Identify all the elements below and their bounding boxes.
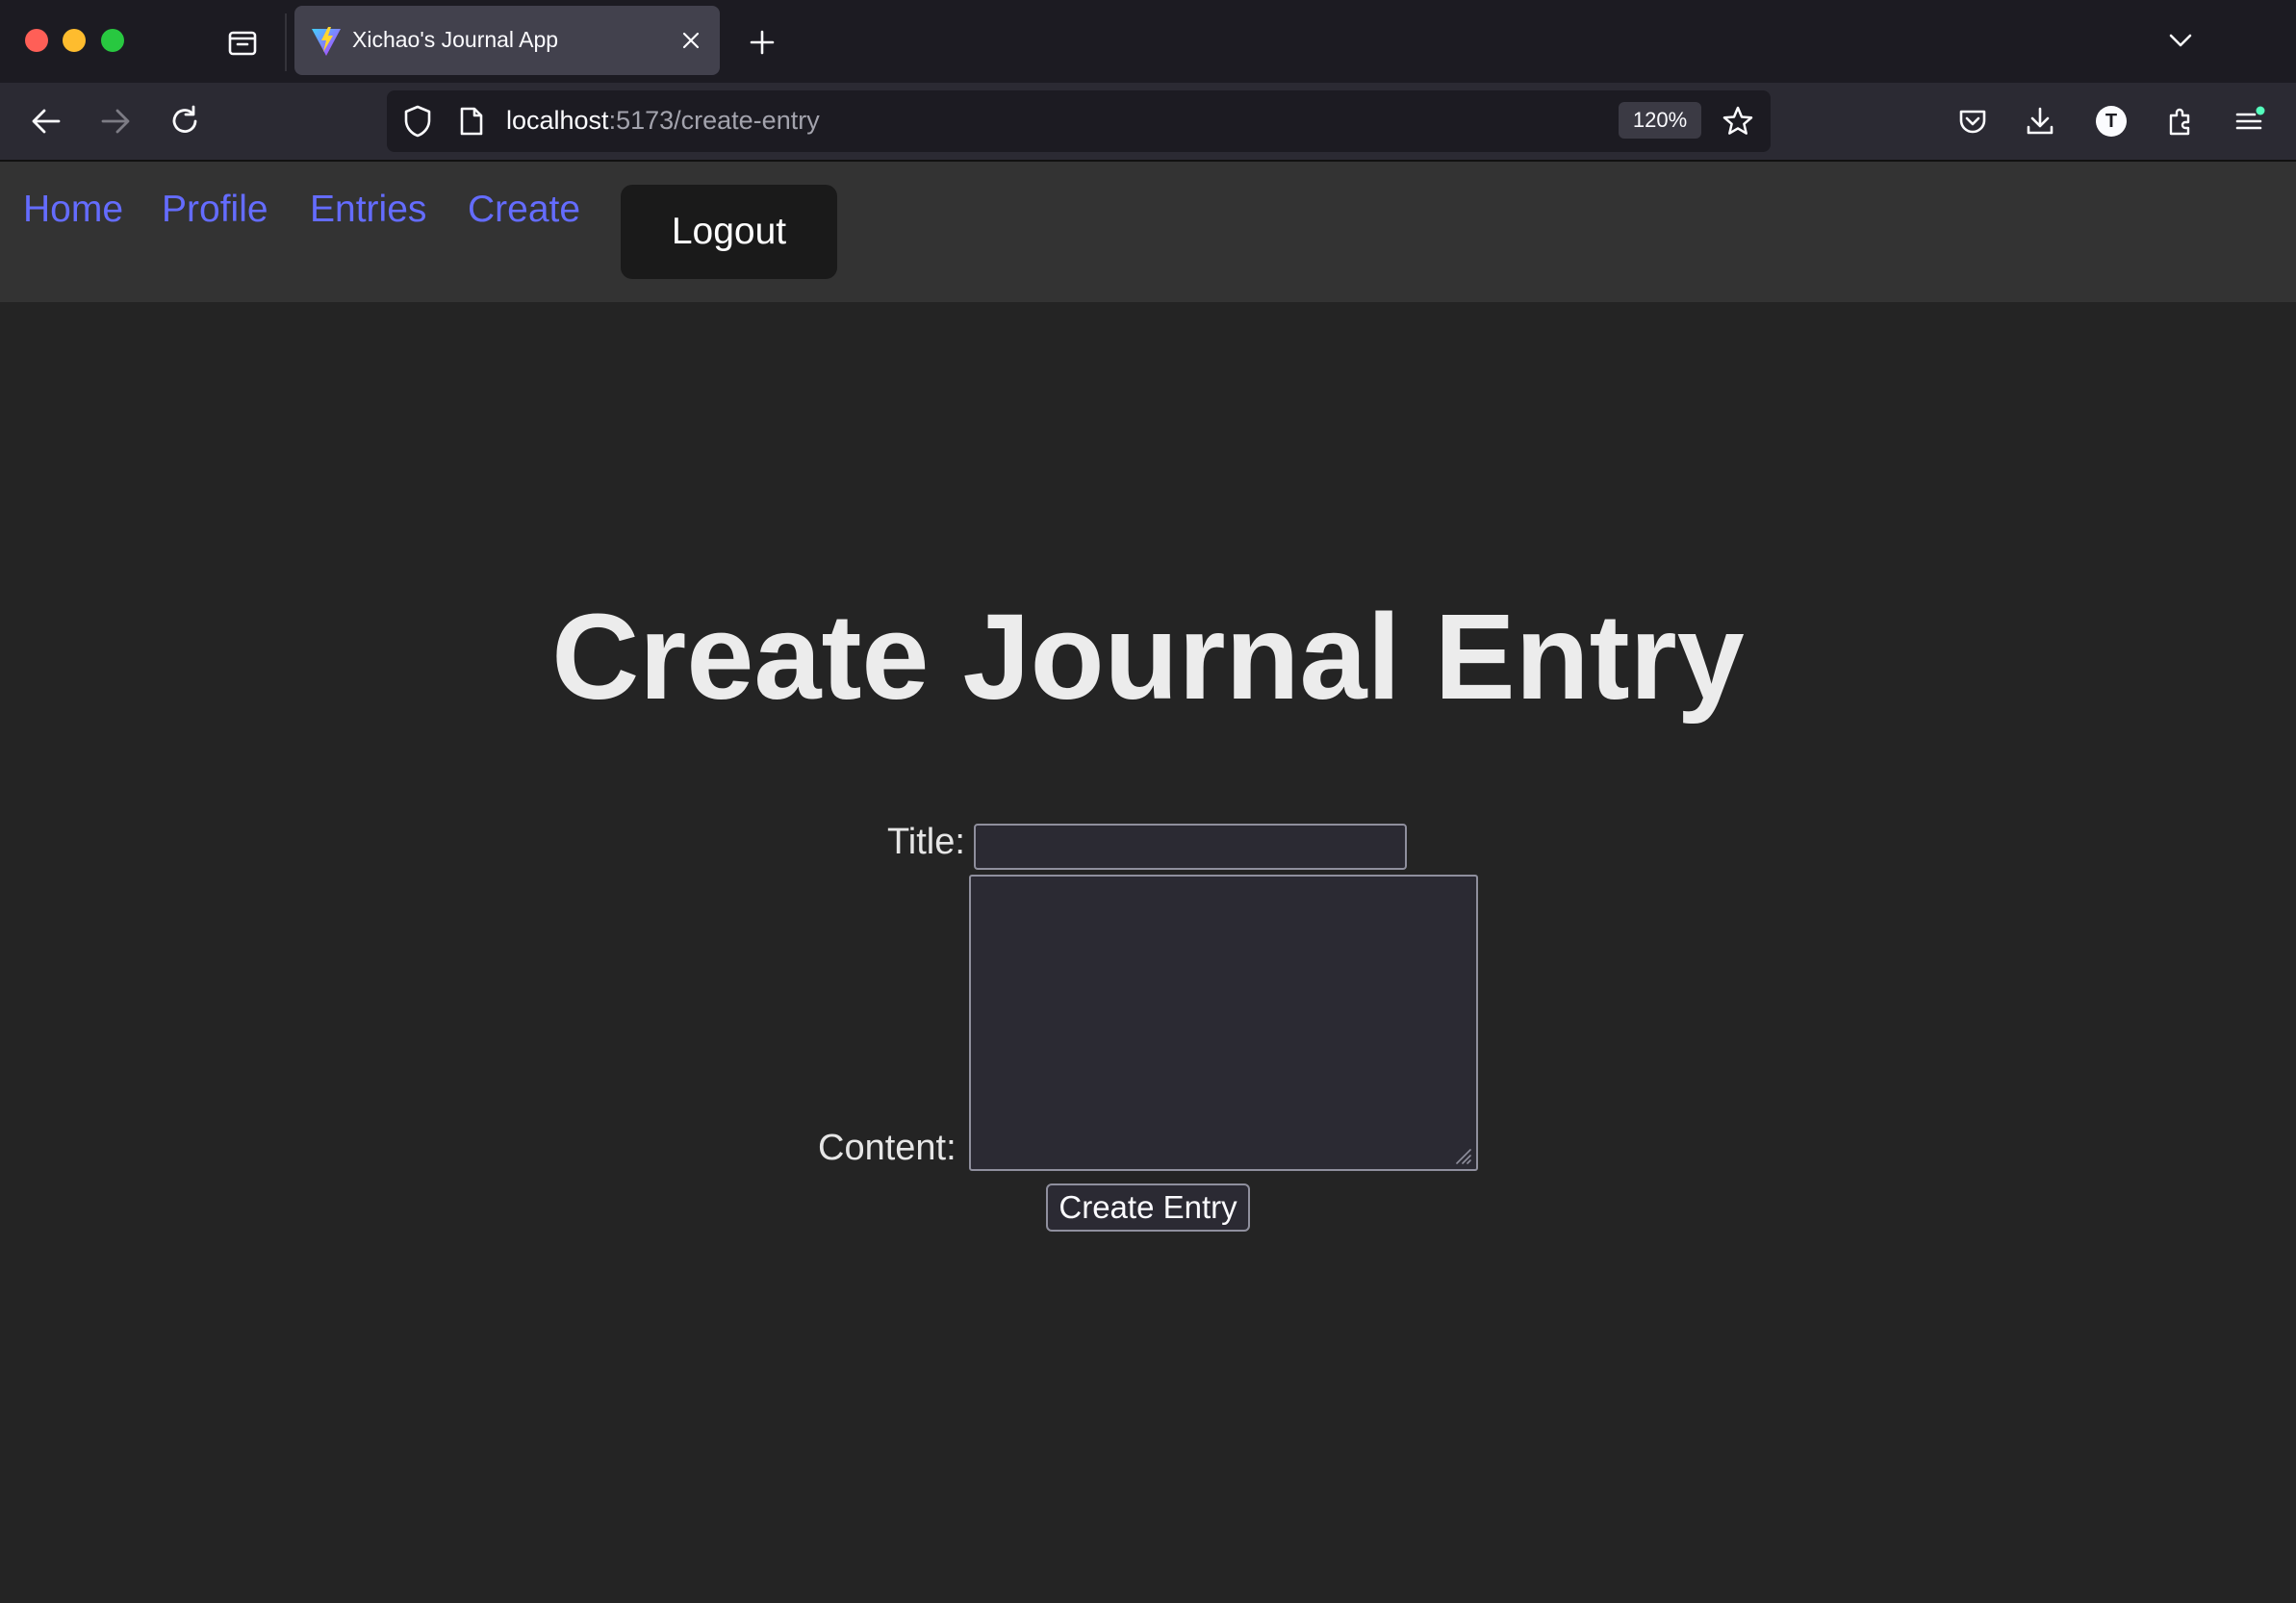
tracking-protection-shield-icon[interactable] [400,104,435,139]
url-text[interactable]: localhost:5173/create-entry [506,106,820,136]
tab-separator [285,13,287,71]
web-page: Home Profile Entries Create Logout Creat… [0,162,2296,1601]
account-initial: T [2096,106,2127,137]
content-label: Content: [818,1128,957,1168]
page-title: Create Journal Entry [551,589,1745,725]
title-input[interactable] [974,824,1407,870]
site-header-nav: Home Profile Entries Create Logout [0,162,2296,302]
close-tab-icon[interactable] [674,23,708,58]
resize-grip-icon[interactable] [1451,1144,1472,1165]
vite-favicon-icon [310,25,343,58]
logout-button[interactable]: Logout [621,185,837,279]
app-menu-hamburger-icon[interactable] [2227,98,2273,144]
nav-link-home[interactable]: Home [23,189,123,231]
extensions-puzzle-icon[interactable] [2157,98,2204,144]
zoom-window-button[interactable] [101,29,124,52]
address-bar[interactable]: localhost:5173/create-entry 120% [387,90,1771,152]
list-all-tabs-chevron-icon[interactable] [2161,21,2200,60]
url-host: localhost [506,106,609,135]
tab-title: Xichao's Journal App [352,27,559,52]
active-tab[interactable]: Xichao's Journal App [294,6,720,75]
nav-link-create[interactable]: Create [468,189,580,231]
browser-window: Xichao's Journal App localhost:5173/crea… [0,0,2296,1603]
navigation-toolbar: localhost:5173/create-entry 120% T [0,83,2296,162]
page-info-icon[interactable] [454,104,489,139]
downloads-icon[interactable] [2017,98,2063,144]
create-entry-button[interactable]: Create Entry [1046,1183,1250,1232]
forward-arrow-icon[interactable] [92,98,139,144]
back-arrow-icon[interactable] [23,98,69,144]
bookmark-star-icon[interactable] [1719,102,1757,140]
close-window-button[interactable] [25,29,48,52]
content-textarea[interactable] [969,875,1478,1171]
nav-link-profile[interactable]: Profile [162,189,268,231]
nav-link-entries[interactable]: Entries [310,189,426,231]
minimize-window-button[interactable] [63,29,86,52]
pocket-icon[interactable] [1950,98,1996,144]
zoom-level-badge[interactable]: 120% [1619,102,1701,139]
new-tab-plus-icon[interactable] [743,23,781,62]
reload-icon[interactable] [162,98,208,144]
tab-strip: Xichao's Journal App [0,0,2296,83]
url-path: :5173/create-entry [608,106,820,135]
title-label: Title: [887,822,965,862]
tab-overview-icon[interactable] [225,25,260,60]
account-avatar[interactable]: T [2088,98,2134,144]
